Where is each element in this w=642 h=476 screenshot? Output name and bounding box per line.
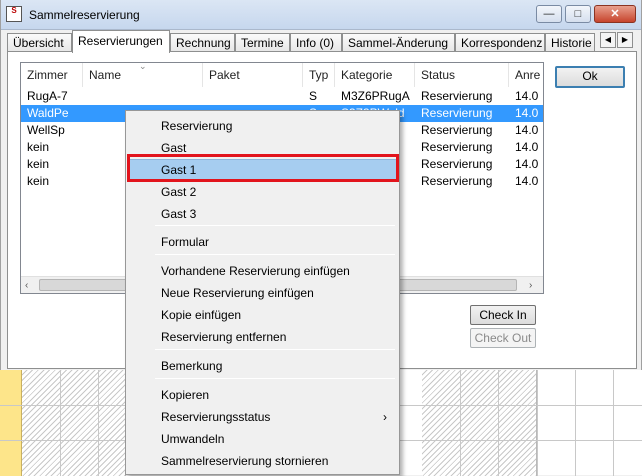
minimize-icon[interactable]: —: [536, 5, 562, 23]
menu-item-label: Kopie einfügen: [161, 308, 242, 322]
sort-chevron-icon: ⌄: [139, 62, 147, 71]
table-cell: WaldPe: [27, 106, 69, 120]
table-cell: Reservierung: [421, 174, 493, 188]
table-cell: kein: [27, 140, 50, 154]
menu-item-reservierung[interactable]: Reservierung: [128, 115, 397, 137]
table-row[interactable]: RugA-7 S M3Z6PRugA Reservierung 14.0: [21, 88, 543, 105]
table-cell: WellSp: [27, 123, 65, 137]
menu-item-bemerkung[interactable]: Bemerkung: [128, 355, 397, 377]
calendar-blocked-cell: [422, 370, 537, 476]
menu-item-umwandeln[interactable]: Umwandeln: [128, 428, 397, 450]
menu-item-kopieren[interactable]: Kopieren: [128, 384, 397, 406]
title-bar[interactable]: S Sammelreservierung — □ ✕: [1, 0, 641, 30]
menu-item-gast-2[interactable]: Gast 2: [128, 181, 397, 203]
app-icon: S: [6, 6, 22, 22]
table-cell: S: [309, 89, 318, 103]
menu-item-gast-1[interactable]: Gast 1: [128, 159, 397, 181]
calendar-today-column: [0, 370, 22, 476]
calendar-blocked-cell: [22, 370, 126, 476]
close-icon[interactable]: ✕: [594, 5, 636, 23]
check-in-button[interactable]: Check In: [470, 305, 536, 325]
menu-separator: [155, 254, 395, 255]
ok-button[interactable]: Ok: [555, 66, 625, 88]
menu-item-label: Gast 2: [161, 185, 197, 199]
menu-item-label: Umwandeln: [161, 432, 225, 446]
column-header-status[interactable]: Status: [415, 63, 509, 87]
menu-item-label: Formular: [161, 235, 210, 249]
tab-uebersicht[interactable]: Übersicht: [7, 33, 72, 52]
check-out-button[interactable]: Check Out: [470, 328, 536, 348]
menu-item-label: Reservierungsstatus: [161, 410, 271, 424]
table-cell: kein: [27, 174, 50, 188]
column-header-zimmer[interactable]: Zimmer: [21, 63, 83, 87]
menu-separator: [155, 349, 395, 350]
menu-item-kopie-einfuegen[interactable]: Kopie einfügen: [128, 304, 397, 326]
tab-reservierungen[interactable]: Reservierungen: [72, 30, 170, 53]
submenu-arrow-icon: ›: [383, 410, 387, 424]
menu-item-label: Kopieren: [161, 388, 210, 402]
tab-scroll-left-icon[interactable]: ◀: [600, 32, 616, 48]
tab-scroll-right-icon[interactable]: ▶: [617, 32, 633, 48]
window-title: Sammelreservierung: [29, 8, 140, 22]
table-cell: 14.0: [515, 106, 539, 120]
context-menu: Reservierung Gast Gast 1 Gast 2 Gast 3 Formul…: [125, 110, 400, 475]
tab-korrespondenz[interactable]: Korrespondenz: [455, 33, 545, 52]
table-cell: Reservierung: [421, 140, 493, 154]
menu-separator: [155, 378, 395, 379]
table-cell: 14.0: [515, 140, 539, 154]
scroll-right-icon[interactable]: ›: [529, 280, 539, 291]
menu-item-sammelreservierung-stornieren[interactable]: Sammelreservierung stornieren: [128, 450, 397, 472]
table-cell: Reservierung: [421, 157, 493, 171]
menu-item-reservierung-entfernen[interactable]: Reservierung entfernen: [128, 326, 397, 348]
menu-item-label: Gast 1: [161, 163, 197, 177]
table-cell: Reservierung: [421, 123, 493, 137]
menu-item-vorhandene-reservierung-einfuegen[interactable]: Vorhandene Reservierung einfügen: [128, 260, 397, 282]
menu-item-label: Sammelreservierung stornieren: [161, 454, 329, 468]
table-cell: 14.0: [515, 157, 539, 171]
table-cell: M3Z6PRugA: [341, 89, 410, 103]
menu-item-label: Reservierung entfernen: [161, 330, 287, 344]
menu-item-reservierungsstatus[interactable]: Reservierungsstatus ›: [128, 406, 397, 428]
table-cell: kein: [27, 157, 50, 171]
menu-separator: [155, 225, 395, 226]
menu-item-gast-3[interactable]: Gast 3: [128, 203, 397, 225]
table-cell: Reservierung: [421, 89, 493, 103]
menu-item-gast[interactable]: Gast: [128, 137, 397, 159]
column-header-paket[interactable]: Paket: [203, 63, 303, 87]
menu-item-label: Neue Reservierung einfügen: [161, 286, 314, 300]
table-cell: 14.0: [515, 89, 539, 103]
tab-historie[interactable]: Historie: [545, 33, 595, 52]
menu-item-label: Gast 3: [161, 207, 197, 221]
table-cell: 14.0: [515, 174, 539, 188]
tab-info[interactable]: Info (0): [290, 33, 342, 52]
menu-item-formular[interactable]: Formular: [128, 231, 397, 253]
tab-strip: Übersicht Reservierungen Rechnung Termin…: [7, 30, 637, 53]
table-cell: 14.0: [515, 123, 539, 137]
maximize-icon[interactable]: □: [565, 5, 591, 23]
menu-item-label: Bemerkung: [161, 359, 223, 373]
tab-sammel-aenderung[interactable]: Sammel-Änderung: [342, 33, 455, 52]
table-cell: RugA-7: [27, 89, 68, 103]
menu-item-label: Reservierung: [161, 119, 233, 133]
menu-item-label: Vorhandene Reservierung einfügen: [161, 264, 350, 278]
tab-termine[interactable]: Termine: [235, 33, 290, 52]
menu-item-neue-reservierung-einfuegen[interactable]: Neue Reservierung einfügen: [128, 282, 397, 304]
table-cell: Reservierung: [421, 106, 493, 120]
column-header-typ[interactable]: Typ: [303, 63, 335, 87]
menu-item-label: Gast: [161, 141, 187, 155]
tab-rechnung[interactable]: Rechnung: [170, 33, 235, 52]
scroll-left-icon[interactable]: ‹: [25, 280, 35, 291]
column-header-anreise[interactable]: Anre: [509, 63, 543, 87]
column-header-kategorie[interactable]: Kategorie: [335, 63, 415, 87]
